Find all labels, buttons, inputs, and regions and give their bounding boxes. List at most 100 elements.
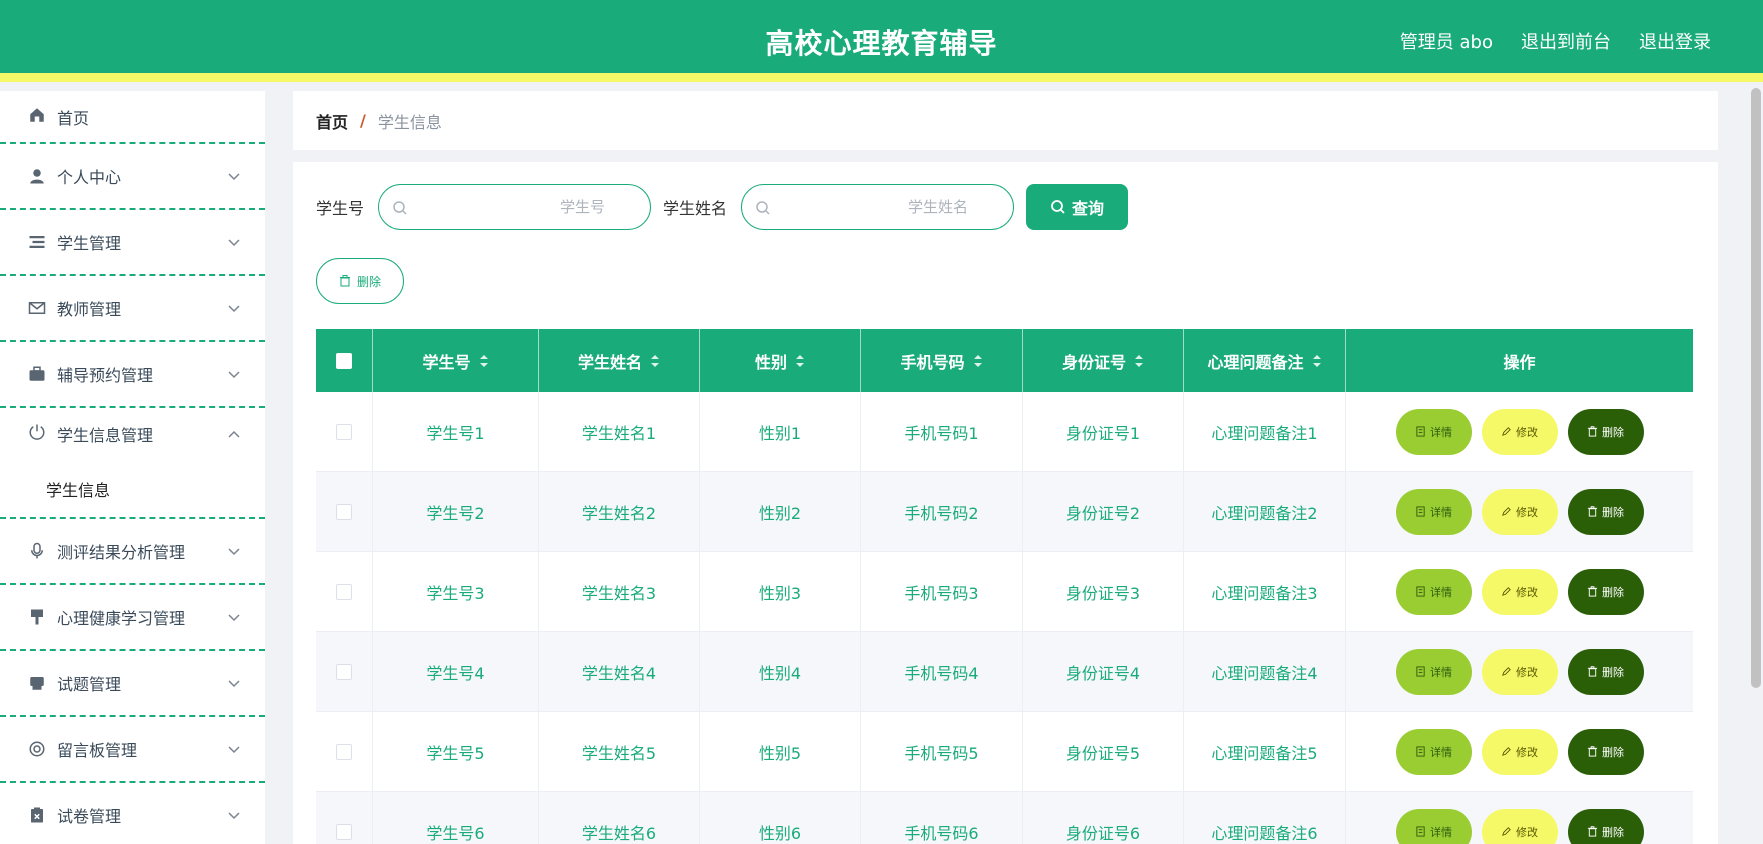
detail-button[interactable]: 详情 [1395,808,1472,844]
sidebar-item-mental-health-learning[interactable]: 心理健康学习管理 [0,585,265,651]
delete-button[interactable]: 删除 [1567,568,1644,615]
user-icon [27,166,47,186]
sidebar-item-personal-center[interactable]: 个人中心 [0,144,265,210]
table-cell: 学生姓名6 [539,792,700,844]
table-cell: 性别5 [700,712,861,791]
back-to-front-link[interactable]: 退出到前台 [1521,28,1611,54]
sidebar-item-home[interactable]: 首页 [0,91,265,144]
pencil-icon [1502,427,1511,436]
cell-value: 手机号码4 [904,663,979,683]
sidebar: 首页 个人中心 学生管理 教师管理 辅导预约管理 学生信息管理 学生信息 测评结… [0,91,265,844]
column-header[interactable]: 身份证号 [1023,329,1184,392]
trash-icon [1587,506,1598,517]
sort-icon [796,354,804,367]
sidebar-item-question-management[interactable]: 试题管理 [0,651,265,717]
chevron-down-icon [227,300,241,314]
cell-value: 学生姓名1 [581,423,657,443]
chevron-down-icon [227,609,241,623]
trash-icon [1587,586,1598,597]
sidebar-item-label: 测评结果分析管理 [57,543,186,562]
column-header[interactable]: 学生号 [373,329,539,392]
table-cell: 学生号6 [373,792,539,844]
sidebar-item-label: 试题管理 [57,675,122,694]
chevron-down-icon [227,675,241,689]
table-cell: 性别1 [700,392,861,471]
table-cell: 学生姓名1 [539,392,700,471]
edit-button[interactable]: 修改 [1481,488,1558,535]
student-name-input[interactable] [778,185,999,229]
student-no-search-box [378,184,652,230]
sidebar-item-student-info-management[interactable]: 学生信息管理 [0,408,265,461]
column-header[interactable]: 性别 [700,329,861,392]
delete-button[interactable]: 删除 [1567,648,1644,695]
detail-button[interactable]: 详情 [1395,408,1472,455]
detail-button[interactable]: 详情 [1395,568,1472,615]
sidebar-item-paper-management[interactable]: 试卷管理 [0,783,265,844]
delete-button[interactable]: 删除 [1567,488,1644,535]
trash-icon [1587,426,1598,437]
row-select-cell [316,792,373,844]
row-checkbox[interactable] [336,823,352,840]
student-no-input[interactable] [415,185,636,229]
column-header[interactable]: 学生姓名 [539,329,700,392]
row-checkbox[interactable] [336,743,352,760]
chevron-down-icon [227,543,241,557]
row-checkbox[interactable] [336,583,352,600]
column-header[interactable]: 心理问题备注 [1184,329,1346,392]
sidebar-item-label: 留言板管理 [57,741,138,760]
sidebar-item-counseling-appointment[interactable]: 辅导预约管理 [0,342,265,408]
row-checkbox[interactable] [336,663,352,680]
sidebar-item-label: 心理健康学习管理 [57,609,186,628]
trash-icon [1587,666,1598,677]
edit-button[interactable]: 修改 [1481,808,1558,844]
sidebar-item-student-management[interactable]: 学生管理 [0,210,265,276]
sort-icon [1312,354,1321,367]
bulk-delete-button[interactable]: 删除 [316,258,404,304]
detail-button[interactable]: 详情 [1395,648,1472,695]
cell-value: 手机号码2 [904,503,979,523]
table-cell: 性别2 [700,472,861,551]
column-header-label: 身份证号 [1061,352,1126,372]
breadcrumb-home[interactable]: 首页 [316,109,348,133]
row-select-cell [316,392,373,471]
document-icon [1416,426,1425,437]
sidebar-item-assessment-analysis[interactable]: 测评结果分析管理 [0,519,265,585]
edit-button[interactable]: 修改 [1481,728,1558,775]
student-name-label: 学生姓名 [663,199,728,218]
table-cell: 性别6 [700,792,861,844]
edit-button[interactable]: 修改 [1481,568,1558,615]
cell-value: 学生姓名2 [581,503,657,523]
delete-button[interactable]: 删除 [1567,808,1644,844]
delete-button[interactable]: 删除 [1567,728,1644,775]
delete-button[interactable]: 删除 [1567,408,1644,455]
edit-button[interactable]: 修改 [1481,648,1558,695]
sidebar-item-label: 教师管理 [57,300,122,319]
table-cell: 性别4 [700,632,861,711]
sidebar-item-teacher-management[interactable]: 教师管理 [0,276,265,342]
edit-button[interactable]: 修改 [1481,408,1558,455]
search-icon [1051,200,1065,214]
sidebar-item-message-board[interactable]: 留言板管理 [0,717,265,783]
detail-button-label: 详情 [1430,665,1452,679]
cell-value: 心理问题备注6 [1211,823,1318,843]
row-checkbox[interactable] [336,503,352,520]
cell-value: 身份证号3 [1065,583,1141,603]
page-scrollbar[interactable] [1751,88,1761,688]
sidebar-subitem-student-info[interactable]: 学生信息 [0,461,265,519]
column-header[interactable]: 手机号码 [861,329,1023,392]
admin-user-label[interactable]: 管理员 abo [1400,28,1493,54]
logout-link[interactable]: 退出登录 [1639,28,1711,54]
row-select-cell [316,552,373,631]
document-icon [1416,826,1425,837]
row-checkbox[interactable] [336,423,352,440]
query-button[interactable]: 查询 [1026,184,1129,230]
detail-button[interactable]: 详情 [1395,488,1472,535]
column-header-label: 操作 [1503,352,1536,372]
cell-value: 性别4 [758,663,802,683]
select-all-checkbox[interactable] [336,352,352,369]
detail-button[interactable]: 详情 [1395,728,1472,775]
top-links: 管理员 abo 退出到前台 退出登录 [1400,28,1711,54]
table-row: 学生号5 学生姓名5 性别5 手机号码5 身份证号5 心理问题备注5 详情 修改 删除 [316,712,1693,792]
row-actions: 详情 修改 删除 [1346,792,1693,844]
briefcase-icon [27,364,47,384]
